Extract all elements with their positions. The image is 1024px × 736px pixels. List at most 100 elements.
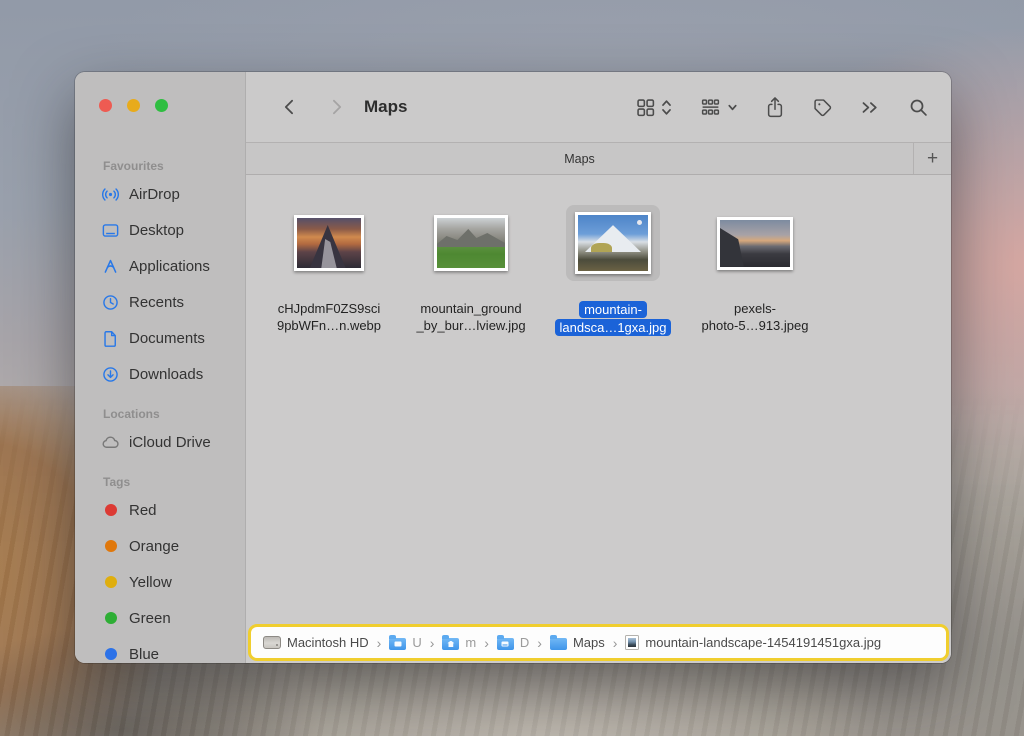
share-button[interactable] (765, 96, 785, 119)
sidebar: Favourites AirDrop Desktop (75, 72, 245, 663)
sidebar-tag-red[interactable]: Red (75, 492, 245, 528)
file-thumbnail (294, 215, 364, 271)
clock-icon (101, 293, 120, 312)
sidebar-item-desktop[interactable]: Desktop (75, 212, 245, 248)
download-icon (101, 365, 120, 384)
new-tab-button[interactable]: + (913, 143, 951, 174)
toolbar: Maps (246, 72, 951, 142)
desktop-background: Favourites AirDrop Desktop (0, 0, 1024, 736)
forward-button[interactable] (326, 97, 346, 117)
hard-drive-icon (263, 636, 281, 649)
search-button[interactable] (908, 97, 929, 118)
blue-tag-dot-icon (105, 648, 117, 660)
file-name-selected: mountain- landsca…1gxa.jpg (555, 300, 672, 336)
image-file-icon (625, 635, 639, 650)
sidebar-section-favourites: Favourites (75, 156, 245, 176)
zoom-button[interactable] (155, 99, 168, 112)
orange-tag-dot-icon (105, 540, 117, 552)
file-thumbnail (717, 217, 793, 270)
path-item-users[interactable]: U (389, 635, 421, 650)
path-separator: › (377, 635, 382, 651)
tag-button[interactable] (812, 97, 833, 118)
path-item-volume[interactable]: Macintosh HD (263, 635, 369, 650)
sidebar-tag-yellow[interactable]: Yellow (75, 564, 245, 600)
sidebar-item-label: iCloud Drive (129, 434, 211, 451)
sidebar-item-label: Documents (129, 330, 205, 347)
path-item-maps-folder[interactable]: Maps (550, 635, 605, 650)
sidebar-item-icloud-drive[interactable]: iCloud Drive (75, 424, 245, 460)
sidebar-item-label: AirDrop (129, 186, 180, 203)
finder-window: Favourites AirDrop Desktop (75, 72, 951, 663)
tag-label: Red (129, 502, 157, 519)
desktop-icon (101, 221, 120, 240)
view-options-button[interactable] (635, 97, 672, 118)
path-item-parent[interactable]: D (497, 635, 529, 650)
path-item-home[interactable]: m (442, 635, 476, 650)
back-button[interactable] (280, 97, 300, 117)
home-folder-icon (442, 638, 459, 650)
selection-backdrop (566, 205, 660, 281)
path-separator: › (484, 635, 489, 651)
file-grid: cHJpdmF0ZS9sci 9pbWFn…n.webp mountain_gr… (246, 175, 951, 336)
cloud-icon (101, 433, 120, 452)
sidebar-section-tags: Tags (75, 472, 245, 492)
file-name: mountain_ground _by_bur…lview.jpg (416, 300, 525, 334)
chevron-up-down-icon (661, 97, 672, 118)
sidebar-item-airdrop[interactable]: AirDrop (75, 176, 245, 212)
window-title: Maps (364, 97, 407, 117)
red-tag-dot-icon (105, 504, 117, 516)
path-separator: › (430, 635, 435, 651)
file-item-mountain-ground[interactable]: mountain_ground _by_bur…lview.jpg (400, 195, 542, 336)
sidebar-tag-blue[interactable]: Blue (75, 636, 245, 663)
main-pane: Maps (245, 72, 951, 663)
minimize-button[interactable] (127, 99, 140, 112)
group-by-button[interactable] (699, 97, 738, 118)
sidebar-tag-green[interactable]: Green (75, 600, 245, 636)
sidebar-section-locations: Locations (75, 404, 245, 424)
path-separator: › (613, 635, 618, 651)
window-controls (99, 99, 168, 112)
yellow-tag-dot-icon (105, 576, 117, 588)
file-thumbnail (575, 212, 651, 274)
green-tag-dot-icon (105, 612, 117, 624)
tag-icon (812, 97, 833, 118)
file-item-mountain-landscape-selected[interactable]: mountain- landsca…1gxa.jpg (542, 195, 684, 336)
more-toolbar-items-button[interactable] (860, 99, 881, 116)
document-icon (101, 329, 120, 348)
folder-icon (550, 638, 567, 650)
tag-label: Yellow (129, 574, 172, 591)
file-name: pexels- photo-5…913.jpeg (702, 300, 809, 334)
sidebar-item-documents[interactable]: Documents (75, 320, 245, 356)
sidebar-item-downloads[interactable]: Downloads (75, 356, 245, 392)
tab-bar: Maps + (246, 142, 951, 175)
file-view: cHJpdmF0ZS9sci 9pbWFn…n.webp mountain_gr… (246, 175, 951, 663)
close-button[interactable] (99, 99, 112, 112)
sidebar-tag-orange[interactable]: Orange (75, 528, 245, 564)
sidebar-item-applications[interactable]: Applications (75, 248, 245, 284)
tag-label: Orange (129, 538, 179, 555)
applications-icon (101, 257, 120, 276)
group-icon (699, 97, 722, 118)
sidebar-item-label: Desktop (129, 222, 184, 239)
tag-label: Blue (129, 646, 159, 663)
sidebar-item-recents[interactable]: Recents (75, 284, 245, 320)
tab-maps[interactable]: Maps (246, 143, 913, 174)
double-chevron-right-icon (860, 99, 881, 116)
file-name: cHJpdmF0ZS9sci 9pbWFn…n.webp (277, 300, 381, 334)
path-item-file[interactable]: mountain-landscape-1454191451gxa.jpg (625, 635, 881, 650)
tag-label: Green (129, 610, 171, 627)
sidebar-item-label: Downloads (129, 366, 203, 383)
users-folder-icon (389, 638, 406, 650)
file-item-webp[interactable]: cHJpdmF0ZS9sci 9pbWFn…n.webp (258, 195, 400, 336)
chevron-down-icon (727, 102, 738, 113)
path-bar-highlighted: Macintosh HD › U › m › D › (248, 624, 949, 661)
file-thumbnail (434, 215, 508, 271)
airdrop-icon (101, 185, 120, 204)
file-item-pexels-photo[interactable]: pexels- photo-5…913.jpeg (684, 195, 826, 336)
desktop-folder-icon (497, 638, 514, 650)
sidebar-item-label: Recents (129, 294, 184, 311)
toolbar-buttons (635, 96, 929, 119)
nav-buttons (280, 97, 346, 117)
sidebar-item-label: Applications (129, 258, 210, 275)
share-icon (765, 96, 785, 119)
